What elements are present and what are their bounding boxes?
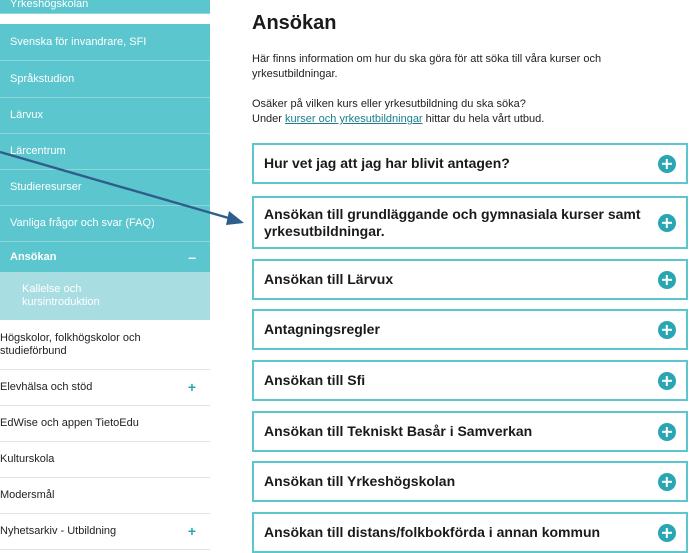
sidebar-item-studieresurser[interactable]: Studieresurser — [0, 170, 210, 206]
sidebar-item-label: Kallelse och kursintroduktion — [22, 283, 100, 308]
accordion-label: Ansökan till Sfi — [264, 372, 366, 388]
sidebar-item-label: Studieresurser — [10, 181, 82, 193]
sidebar-item-label: Ansökan — [10, 250, 57, 263]
intro-help-suffix: hittar du hela vårt utbud. — [422, 113, 545, 125]
sidebar-item-label: Nyhetsarkiv - Utbildning — [0, 525, 117, 537]
sidebar-item-label: Kulturskola — [0, 453, 55, 465]
accordion-label: Ansökan till Lärvux — [264, 271, 394, 287]
sidebar-item-label: Lärcentrum — [10, 145, 66, 157]
sidebar-item-ansokan[interactable]: Ansökan – — [0, 242, 210, 272]
sidebar-item-label: Modersmål — [0, 489, 55, 501]
accordion-larvux[interactable]: Ansökan till Lärvux — [252, 259, 688, 300]
accordion-antagen[interactable]: Hur vet jag att jag har blivit antagen? — [252, 143, 688, 184]
sidebar-item-sprakstudion[interactable]: Språkstudion — [0, 61, 210, 98]
plus-icon[interactable] — [658, 154, 676, 173]
accordion-tekniskt-basar[interactable]: Ansökan till Tekniskt Basår i Samverkan — [252, 411, 688, 452]
accordion-yrkeshogskolan[interactable]: Ansökan till Yrkeshögskolan — [252, 461, 688, 502]
sidebar-item-label: EdWise och appen TietoEdu — [0, 417, 139, 429]
sidebar-item-sfi[interactable]: Svenska för invandrare, SFI — [0, 24, 210, 61]
intro-help-text: Osäker på vilken kurs eller yrkesutbildn… — [252, 97, 652, 127]
sidebar-item-label: Elevhälsa och stöd — [0, 381, 93, 393]
sidebar-item-modersmal[interactable]: Modersmål — [0, 478, 210, 514]
accordion-sfi[interactable]: Ansökan till Sfi — [252, 360, 688, 401]
plus-icon[interactable] — [658, 472, 676, 491]
sidebar-subitem-kallelse[interactable]: Kallelse och kursintroduktion — [0, 272, 210, 320]
arrow-head — [226, 211, 244, 225]
collapse-icon[interactable]: – — [188, 250, 196, 264]
intro-help-prefix: Under — [252, 113, 286, 125]
sidebar-item-edwise[interactable]: EdWise och appen TietoEdu — [0, 406, 210, 442]
plus-icon[interactable] — [658, 320, 676, 339]
sidebar-nav: Yrkeshögskolan Svenska för invandrare, S… — [0, 0, 210, 553]
plus-icon[interactable] — [658, 371, 676, 390]
plus-icon[interactable] — [658, 422, 676, 441]
sidebar-item-label: Vanliga frågor och svar (FAQ) — [10, 217, 155, 229]
intro-help-line: Osäker på vilken kurs eller yrkesutbildn… — [252, 98, 526, 110]
accordion-label: Ansökan till grundläggande och gymnasial… — [264, 205, 641, 239]
sidebar-item-larcentrum[interactable]: Lärcentrum — [0, 134, 210, 170]
sidebar-item-kulturskola[interactable]: Kulturskola — [0, 442, 210, 478]
sidebar-item-faq[interactable]: Vanliga frågor och svar (FAQ) — [0, 206, 210, 242]
accordion-label: Hur vet jag att jag har blivit antagen? — [264, 155, 510, 171]
intro-text: Här finns information om hur du ska göra… — [252, 53, 602, 80]
accordion-antagningsregler[interactable]: Antagningsregler — [252, 309, 688, 350]
page-title: Ansökan — [252, 12, 337, 34]
plus-icon[interactable] — [658, 213, 676, 232]
accordion-label: Ansökan till Tekniskt Basår i Samverkan — [264, 423, 533, 439]
sidebar-item-label: Språkstudion — [10, 72, 75, 85]
sidebar-item-larvux[interactable]: Lärvux — [0, 98, 210, 134]
sidebar-item-label: Högskolor, folkhögskolor och studieförbu… — [0, 331, 141, 357]
accordion-grundlaggande[interactable]: Ansökan till grundläggande och gymnasial… — [252, 196, 688, 249]
sidebar-item-label: Svenska för invandrare, SFI — [10, 35, 147, 48]
accordion-distans[interactable]: Ansökan till distans/folkbokförda i anna… — [252, 512, 688, 553]
accordion-label: Ansökan till distans/folkbokförda i anna… — [264, 524, 601, 540]
sidebar-item-elevhalsa[interactable]: Elevhälsa och stöd + — [0, 370, 210, 406]
sidebar-item-hogskolor[interactable]: Högskolor, folkhögskolor och studieförbu… — [0, 320, 210, 370]
expand-icon[interactable]: + — [188, 380, 196, 394]
courses-link[interactable]: kurser och yrkesutbildningar — [285, 113, 423, 125]
plus-icon[interactable] — [658, 270, 676, 289]
plus-icon[interactable] — [658, 523, 676, 542]
sidebar-item-label: Lärvux — [10, 109, 44, 121]
sidebar-item-label: Yrkeshögskolan — [10, 0, 89, 10]
accordion-label: Antagningsregler — [264, 321, 380, 337]
expand-icon[interactable]: + — [188, 524, 196, 538]
sidebar-item-yrkeshogskolan[interactable]: Yrkeshögskolan — [0, 0, 210, 14]
accordion-label: Ansökan till Yrkeshögskolan — [264, 473, 456, 489]
sidebar-item-nyhetsarkiv[interactable]: Nyhetsarkiv - Utbildning + — [0, 514, 210, 550]
